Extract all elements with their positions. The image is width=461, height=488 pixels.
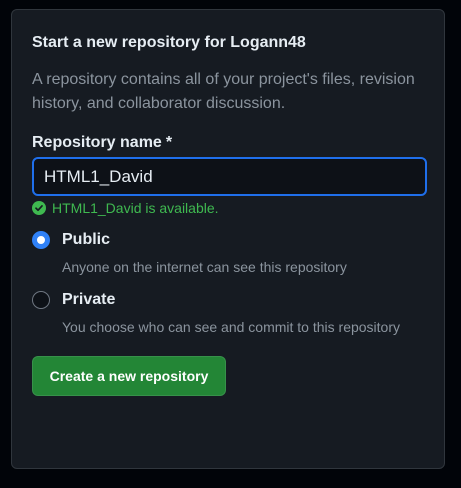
required-marker: *: [165, 134, 173, 151]
repository-name-input[interactable]: [32, 157, 427, 196]
repository-name-label: Repository name *: [32, 134, 172, 152]
card-description: A repository contains all of your projec…: [32, 71, 415, 112]
create-repository-button[interactable]: Create a new repository: [32, 356, 226, 396]
public-radio[interactable]: [32, 231, 50, 249]
public-label[interactable]: Public: [62, 229, 110, 251]
repository-name-label-text: Repository name: [32, 134, 162, 151]
private-radio[interactable]: [32, 291, 50, 309]
card-title: Start a new repository for Logann48: [32, 34, 306, 51]
new-repository-card: Start a new repository for Logann48 A re…: [11, 9, 445, 469]
private-label[interactable]: Private: [62, 289, 115, 311]
private-description: You choose who can see and commit to thi…: [62, 319, 401, 335]
public-description: Anyone on the internet can see this repo…: [62, 259, 347, 275]
availability-message: HTML1_David is available.: [32, 200, 219, 216]
availability-text: HTML1_David is available.: [52, 200, 219, 216]
check-circle-icon: [32, 201, 46, 215]
